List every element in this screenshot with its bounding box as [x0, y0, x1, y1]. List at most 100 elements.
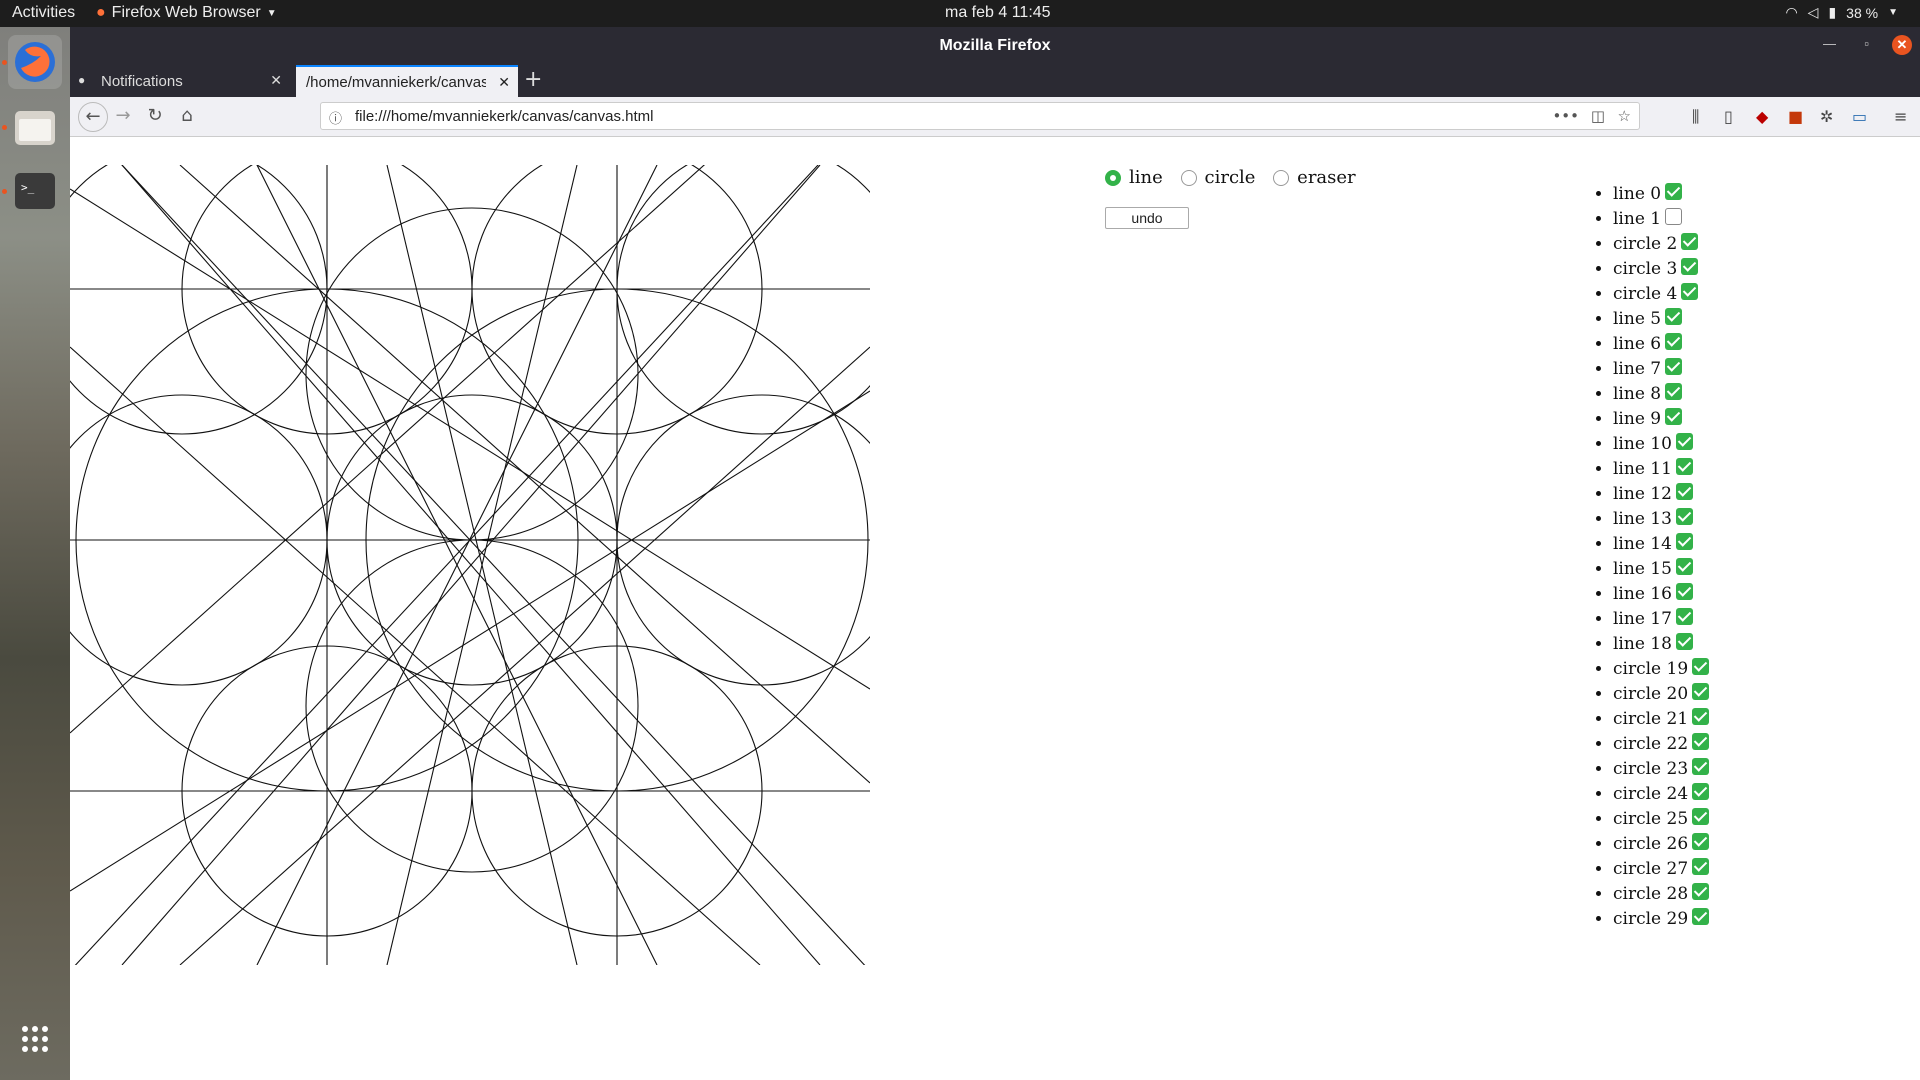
url-bar[interactable]: ⓘ file:///home/mvanniekerk/canvas/canvas… — [320, 102, 1640, 130]
visibility-checkbox[interactable] — [1665, 408, 1683, 425]
ublock-icon[interactable]: ◆ — [1756, 107, 1768, 126]
close-window-button[interactable]: ✕ — [1892, 35, 1912, 55]
library-icon[interactable]: ⫼ — [1692, 107, 1699, 127]
visibility-checkbox[interactable] — [1675, 458, 1693, 475]
activities-button[interactable]: Activities — [12, 4, 75, 22]
bookmark-star-icon[interactable]: ☆ — [1618, 107, 1631, 125]
svg-text:>_: >_ — [21, 181, 35, 194]
maximize-button[interactable]: ▫ — [1864, 36, 1869, 51]
firefox-icon — [15, 42, 55, 82]
shape-list-item: line 1 — [1613, 207, 1709, 232]
extension-icon[interactable]: ✲ — [1820, 107, 1833, 126]
visibility-checkbox[interactable] — [1692, 783, 1710, 800]
battery-icon: ▮ — [1828, 4, 1837, 20]
tool-label: line — [1129, 167, 1163, 188]
shape-label: line 14 — [1613, 534, 1672, 554]
shape-list-item: line 11 — [1613, 457, 1709, 482]
shape-label: line 11 — [1613, 459, 1672, 479]
shape-label: line 6 — [1613, 334, 1662, 354]
visibility-checkbox[interactable] — [1692, 808, 1710, 825]
tool-label: eraser — [1297, 167, 1356, 188]
visibility-checkbox[interactable] — [1692, 858, 1710, 875]
shape-label: circle 28 — [1613, 884, 1689, 904]
info-icon[interactable]: ⓘ — [329, 108, 342, 127]
dock-terminal[interactable]: >_ — [8, 164, 62, 218]
visibility-checkbox[interactable] — [1692, 658, 1710, 675]
dock-files[interactable] — [8, 100, 62, 154]
visibility-checkbox[interactable] — [1675, 608, 1693, 625]
drawn-line — [179, 165, 870, 784]
visibility-checkbox[interactable] — [1675, 433, 1693, 450]
wifi-icon: ◠ — [1785, 4, 1798, 20]
github-icon: ● — [78, 73, 86, 87]
undo-button[interactable]: undo — [1105, 207, 1189, 229]
visibility-checkbox[interactable] — [1675, 558, 1693, 575]
sidebar-icon[interactable]: ▯ — [1724, 107, 1733, 126]
tab-canvas[interactable]: /home/mvanniekerk/canvas ✕ — [296, 65, 518, 97]
visibility-checkbox[interactable] — [1692, 683, 1710, 700]
shape-label: circle 21 — [1613, 709, 1689, 729]
system-status-menu[interactable]: ◠ ◁ ▮ 38 % ▼ — [1785, 4, 1898, 21]
shape-list-item: circle 24 — [1613, 782, 1710, 807]
radio-button[interactable] — [1105, 169, 1121, 186]
visibility-checkbox[interactable] — [1665, 308, 1683, 325]
tool-eraser[interactable]: eraser — [1273, 167, 1356, 188]
close-tab-icon[interactable]: ✕ — [270, 72, 282, 89]
visibility-checkbox[interactable] — [1681, 283, 1699, 300]
menu-icon[interactable]: ≡ — [1894, 107, 1907, 126]
visibility-checkbox[interactable] — [1692, 758, 1710, 775]
visibility-checkbox[interactable] — [1692, 733, 1710, 750]
forward-icon[interactable]: → — [112, 105, 134, 127]
clock[interactable]: ma feb 4 11:45 — [945, 4, 1051, 22]
shape-list-item: line 5 — [1613, 307, 1709, 332]
show-applications-button[interactable] — [8, 1012, 62, 1066]
back-icon[interactable]: ← — [78, 102, 108, 132]
shape-label: line 8 — [1613, 384, 1662, 404]
visibility-checkbox[interactable] — [1665, 183, 1683, 200]
window-title: Mozilla Firefox — [939, 37, 1051, 54]
visibility-checkbox[interactable] — [1675, 508, 1693, 525]
visibility-checkbox[interactable] — [1692, 708, 1710, 725]
window-titlebar[interactable]: Mozilla Firefox — ▫ ✕ — [70, 27, 1920, 65]
radio-button[interactable] — [1273, 169, 1290, 186]
tool-line[interactable]: line — [1105, 167, 1163, 188]
home-icon[interactable]: ⌂ — [176, 105, 198, 127]
shape-label: line 16 — [1613, 584, 1672, 604]
shape-label: circle 20 — [1613, 684, 1689, 704]
pocket-icon[interactable]: ◫ — [1591, 107, 1605, 125]
visibility-checkbox[interactable] — [1692, 908, 1710, 925]
visibility-checkbox[interactable] — [1665, 333, 1683, 350]
page-actions-icon[interactable]: ••• — [1552, 107, 1579, 125]
close-tab-icon[interactable]: ✕ — [498, 74, 510, 91]
extension-icon[interactable]: ■ — [1788, 107, 1803, 126]
tool-circle[interactable]: circle — [1180, 167, 1255, 188]
visibility-checkbox[interactable] — [1665, 358, 1683, 375]
drawn-circle — [305, 539, 639, 873]
visibility-checkbox[interactable] — [1681, 233, 1699, 250]
new-tab-button[interactable]: + — [524, 67, 542, 92]
shape-list-item: circle 27 — [1613, 857, 1710, 882]
visibility-checkbox[interactable] — [1665, 383, 1683, 400]
shape-list-item: line 17 — [1613, 607, 1709, 632]
dock-firefox[interactable] — [8, 35, 62, 89]
screenshot-icon[interactable]: ▭ — [1852, 107, 1867, 126]
radio-button[interactable] — [1180, 169, 1197, 186]
visibility-checkbox[interactable] — [1675, 483, 1693, 500]
firefox-window: Mozilla Firefox — ▫ ✕ ● Notifications ✕ … — [70, 27, 1920, 1080]
minimize-button[interactable]: — — [1823, 36, 1836, 51]
visibility-checkbox[interactable] — [1675, 633, 1693, 650]
tab-notifications[interactable]: ● Notifications ✕ — [70, 65, 290, 97]
visibility-checkbox[interactable] — [1665, 208, 1683, 225]
shape-list-item: circle 25 — [1613, 807, 1710, 832]
drawing-canvas[interactable] — [70, 165, 870, 965]
visibility-checkbox[interactable] — [1692, 883, 1710, 900]
shape-label: circle 19 — [1613, 659, 1689, 679]
reload-icon[interactable]: ↻ — [144, 105, 166, 127]
visibility-checkbox[interactable] — [1675, 533, 1693, 550]
terminal-icon: >_ — [15, 173, 55, 209]
app-menu[interactable]: ● Firefox Web Browser ▼ — [96, 4, 277, 22]
visibility-checkbox[interactable] — [1675, 583, 1693, 600]
drawn-circle — [305, 207, 639, 541]
visibility-checkbox[interactable] — [1692, 833, 1710, 850]
visibility-checkbox[interactable] — [1681, 258, 1699, 275]
